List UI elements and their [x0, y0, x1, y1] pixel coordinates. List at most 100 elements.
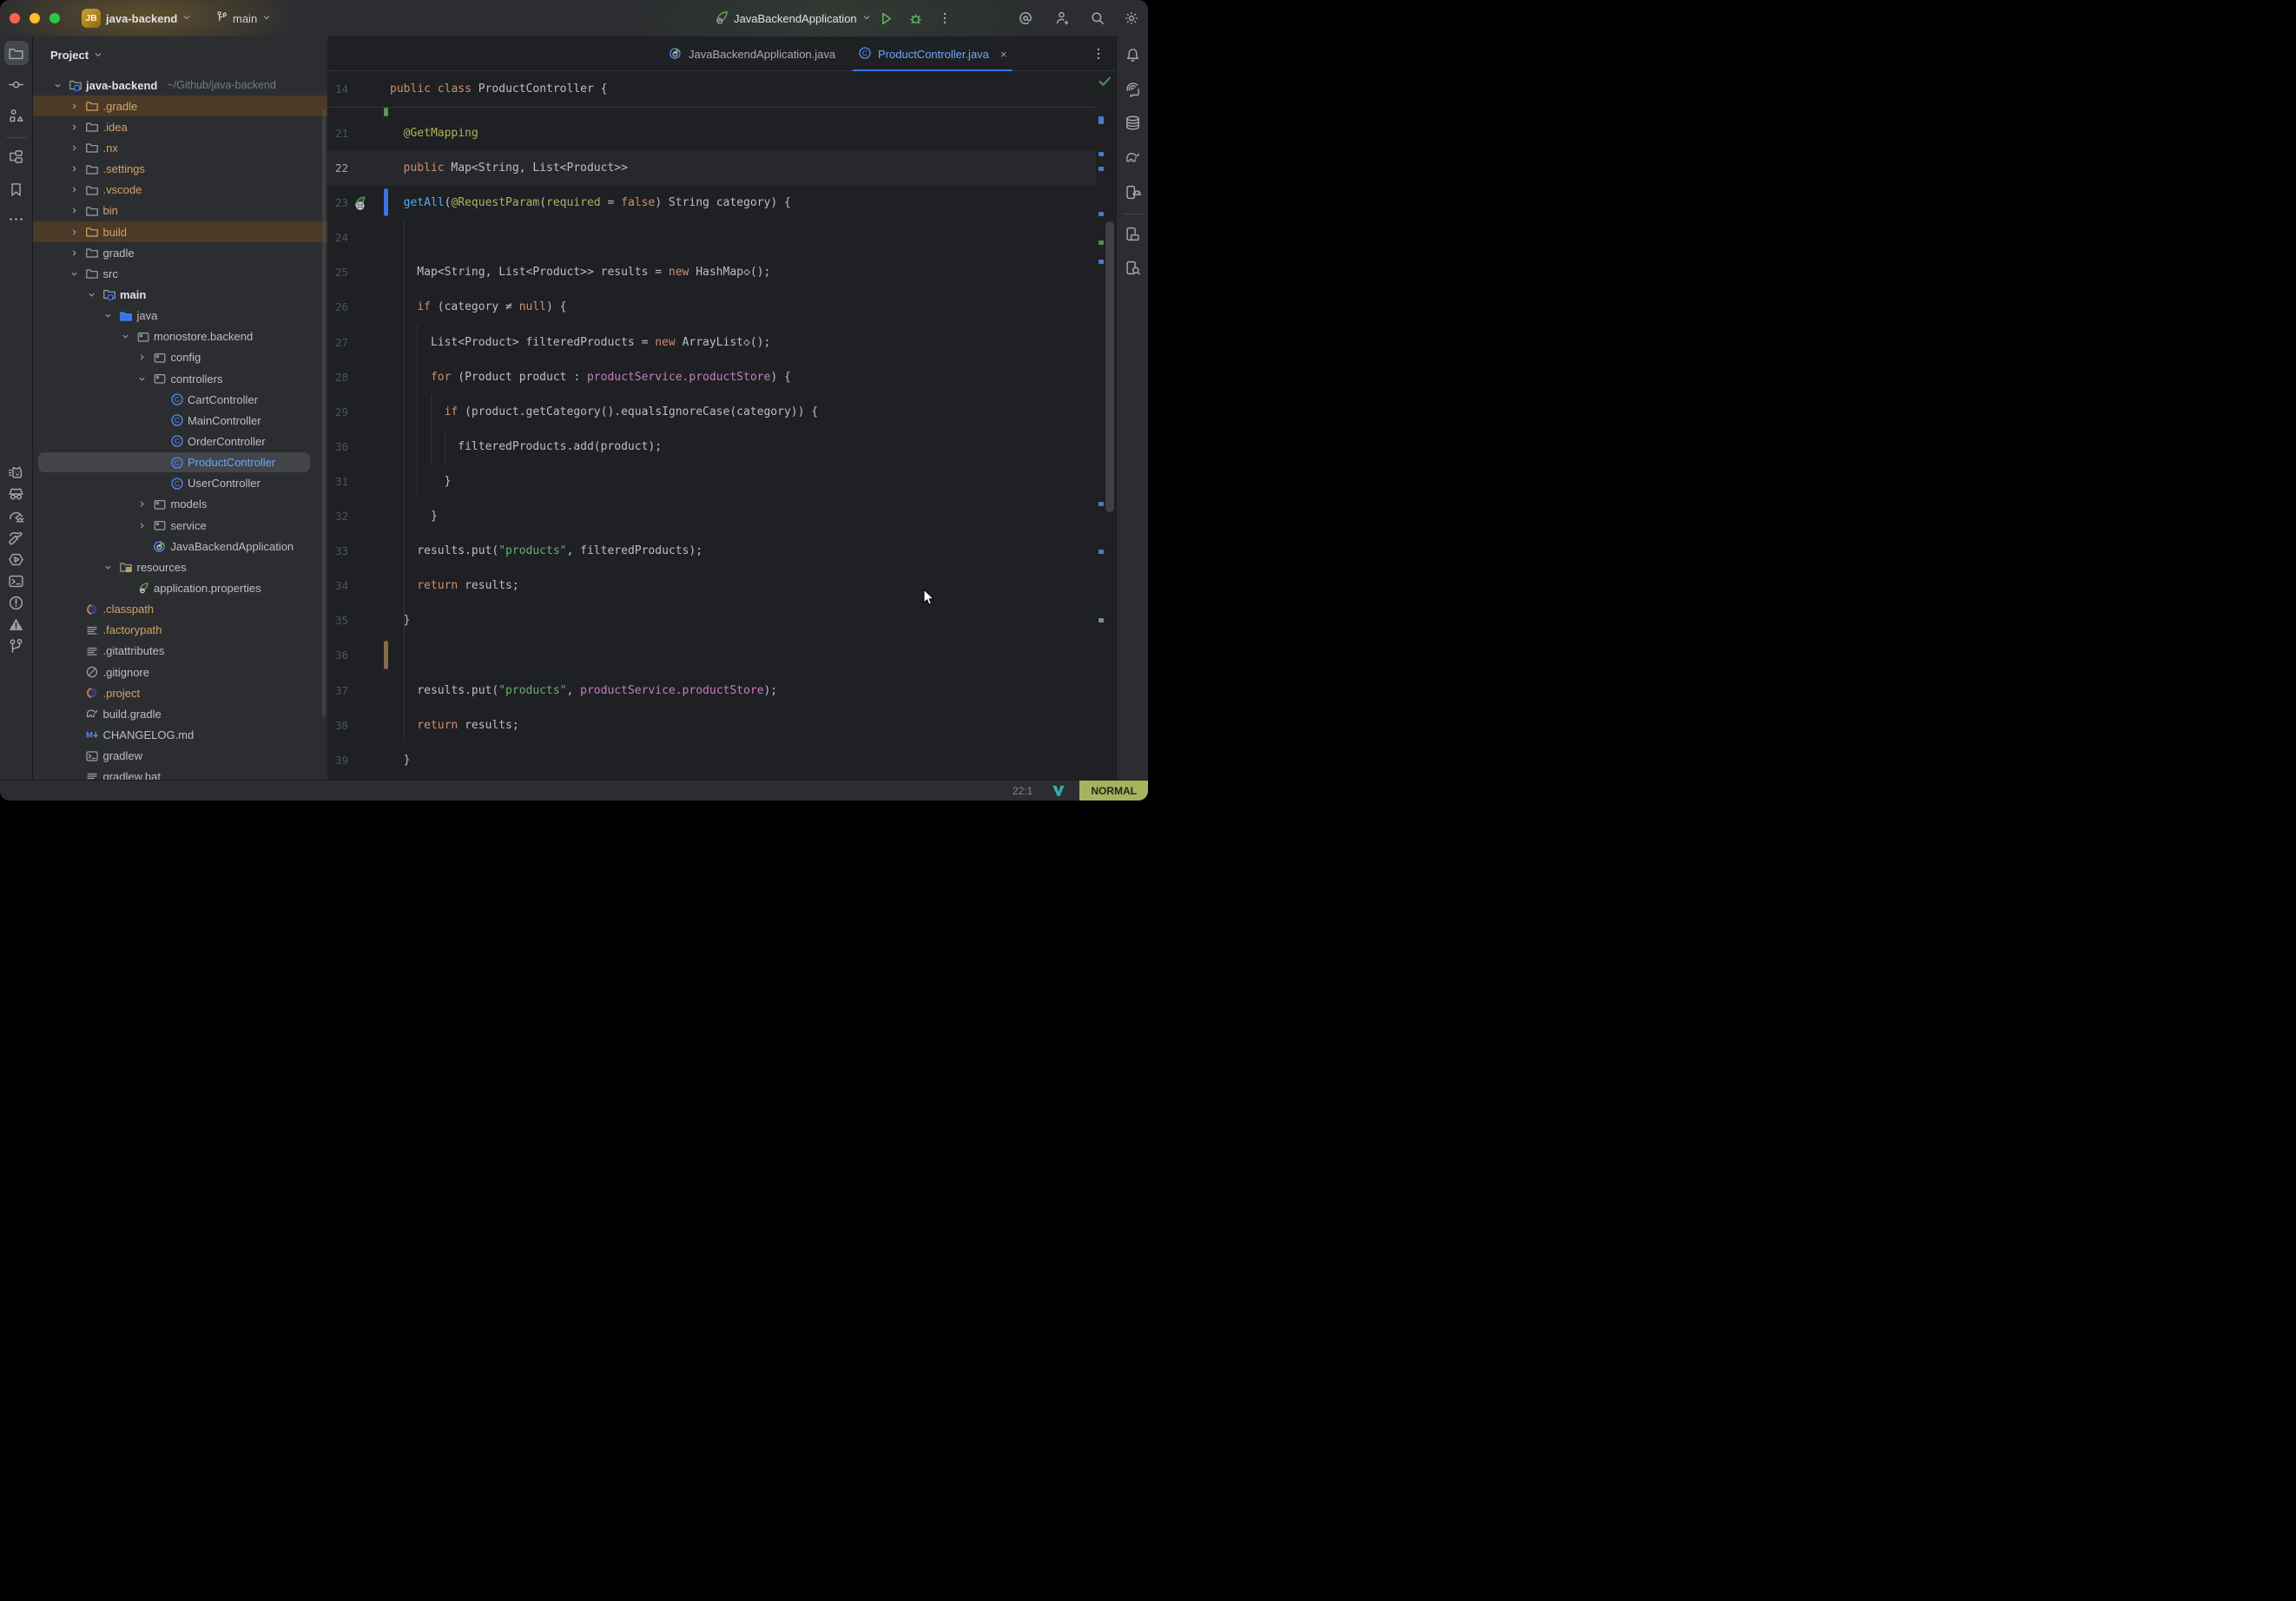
project-switcher[interactable]: java-backend [106, 0, 192, 36]
chevron-right-icon[interactable] [68, 246, 82, 260]
editor-scrollbar[interactable] [1105, 221, 1114, 512]
chevron-right-icon[interactable] [68, 120, 82, 134]
code-row-38[interactable]: 38return results; [327, 708, 1096, 743]
hierarchy-icon[interactable] [4, 144, 29, 168]
version-control-icon[interactable] [4, 634, 29, 658]
code-row-25[interactable]: 25Map<String, List<Product>> results = n… [327, 255, 1096, 290]
code-editor[interactable]: 21@GetMapping22public Map<String, List<P… [327, 108, 1096, 780]
tree-item--classpath[interactable]: .classpath [33, 599, 327, 620]
gradle-icon[interactable] [1120, 145, 1145, 169]
chevron-right-icon[interactable] [68, 162, 82, 176]
profiler-icon[interactable] [4, 504, 29, 528]
vim-mode-badge[interactable]: NORMAL [1079, 781, 1148, 801]
code-row-30[interactable]: 30filteredProducts.add(product); [327, 430, 1096, 464]
tree-item--idea[interactable]: .idea [33, 116, 327, 137]
window-minimize-button[interactable] [30, 13, 40, 23]
run-button[interactable] [877, 10, 894, 27]
code-row-29[interactable]: 29if (product.getCategory().equalsIgnore… [327, 395, 1096, 430]
ai-assistant-icon[interactable] [1017, 10, 1034, 27]
window-close-button[interactable] [10, 13, 20, 23]
tree-item-gradlew-bat[interactable]: gradlew.bat [33, 767, 327, 780]
spring-endpoint-gutter-icon[interactable] [350, 194, 367, 212]
project-folder-icon[interactable] [4, 41, 29, 65]
tree-item-controllers[interactable]: controllers [33, 368, 327, 389]
code-row-36[interactable]: 36 [327, 638, 1096, 673]
tree-item-maincontroller[interactable]: CMainController [33, 410, 327, 431]
tab-javabackendapplication-java[interactable]: JavaBackendApplication.java [663, 36, 841, 71]
tab-productcontroller-java[interactable]: CProductController.java× [853, 36, 1013, 71]
code-row-24[interactable]: 24 [327, 221, 1096, 255]
build-icon[interactable] [4, 525, 29, 550]
tree-item-changelog-md[interactable]: MCHANGELOG.md [33, 724, 327, 745]
git-branch-widget[interactable]: main [215, 0, 272, 36]
tree-item-models[interactable]: models [33, 494, 327, 515]
tree-item-javabackendapplication[interactable]: JavaBackendApplication [33, 536, 327, 557]
tree-item-build[interactable]: build [33, 221, 327, 242]
tree-item-src[interactable]: src [33, 263, 327, 284]
tree-item-gradle[interactable]: gradle [33, 242, 327, 263]
code-row-35[interactable]: 35} [327, 603, 1096, 638]
tree-item-build-gradle[interactable]: build.gradle [33, 703, 327, 724]
chevron-right-icon[interactable] [68, 225, 82, 239]
chevron-down-icon[interactable] [68, 267, 82, 280]
stripe-change-mark[interactable] [1099, 240, 1104, 245]
tree-item-java[interactable]: java [33, 306, 327, 326]
chevron-right-icon[interactable] [68, 141, 82, 155]
problems-icon[interactable] [4, 590, 29, 615]
terminal-icon[interactable] [4, 569, 29, 593]
chevron-down-icon[interactable] [84, 287, 98, 301]
tree-item--nx[interactable]: .nx [33, 137, 327, 158]
code-row-34[interactable]: 34return results; [327, 569, 1096, 603]
tree-item-application-properties[interactable]: application.properties [33, 577, 327, 598]
inspections-ok-icon[interactable] [1098, 74, 1112, 89]
code-row-23[interactable]: 23getAll(@RequestParam(required = false)… [327, 186, 1096, 221]
database-icon[interactable] [1120, 110, 1145, 135]
chevron-down-icon[interactable] [135, 372, 149, 385]
chevron-right-icon[interactable] [68, 183, 82, 197]
stripe-change-mark[interactable] [1099, 116, 1104, 124]
code-row-26[interactable]: 26if (category ≠ null) { [327, 290, 1096, 325]
services-icon[interactable] [4, 547, 29, 571]
chevron-down-icon[interactable] [118, 330, 132, 344]
stripe-change-mark[interactable] [1099, 550, 1104, 554]
device-manager-icon[interactable] [1120, 180, 1145, 204]
chevron-right-icon[interactable] [68, 204, 82, 218]
gear-icon[interactable] [1123, 10, 1140, 27]
chevron-right-icon[interactable] [135, 497, 149, 511]
chevron-down-icon[interactable] [102, 309, 115, 323]
run-configuration-selector[interactable]: JavaBackendApplication [714, 0, 872, 36]
tree-item--project[interactable]: .project [33, 682, 327, 703]
stripe-change-mark[interactable] [1099, 618, 1104, 623]
stripe-change-mark[interactable] [1099, 167, 1104, 171]
code-row-33[interactable]: 33results.put("products", filteredProduc… [327, 534, 1096, 569]
tree-item-config[interactable]: config [33, 347, 327, 368]
running-devices-icon[interactable] [1120, 221, 1145, 246]
ai-chat-icon[interactable] [1120, 76, 1145, 101]
incognito-icon[interactable] [4, 481, 29, 505]
tree-item-service[interactable]: service [33, 515, 327, 536]
bookmarks-icon[interactable] [4, 177, 29, 201]
notifications-icon[interactable] [1120, 42, 1145, 66]
tree-item-resources[interactable]: resources [33, 557, 327, 577]
window-zoom-button[interactable] [49, 13, 60, 23]
tree-item--gitignore[interactable]: .gitignore [33, 662, 327, 682]
tree-item--gitattributes[interactable]: .gitattributes [33, 641, 327, 662]
code-row-37[interactable]: 37results.put("products", productService… [327, 674, 1096, 708]
tree-item-usercontroller[interactable]: CUserController [33, 473, 327, 494]
chevron-down-icon[interactable] [102, 560, 115, 574]
tree-item-ordercontroller[interactable]: COrderController [33, 431, 327, 451]
more-tools-icon[interactable] [4, 207, 29, 231]
tree-item-gradlew[interactable]: gradlew [33, 746, 327, 767]
code-row-39[interactable]: 39} [327, 743, 1096, 778]
structure-icon[interactable] [4, 103, 29, 128]
tree-scrollbar[interactable] [322, 109, 326, 717]
tree-item-monostore-backend[interactable]: monostore.backend [33, 326, 327, 347]
code-row-32[interactable]: 32} [327, 499, 1096, 534]
tree-item-bin[interactable]: bin [33, 201, 327, 221]
stripe-change-mark[interactable] [1099, 152, 1104, 156]
chevron-right-icon[interactable] [68, 99, 82, 113]
stripe-change-mark[interactable] [1099, 260, 1104, 264]
tree-item--gradle[interactable]: .gradle [33, 96, 327, 116]
device-explorer-icon[interactable] [1120, 255, 1145, 280]
tab-options-kebab-icon[interactable] [1090, 45, 1107, 63]
